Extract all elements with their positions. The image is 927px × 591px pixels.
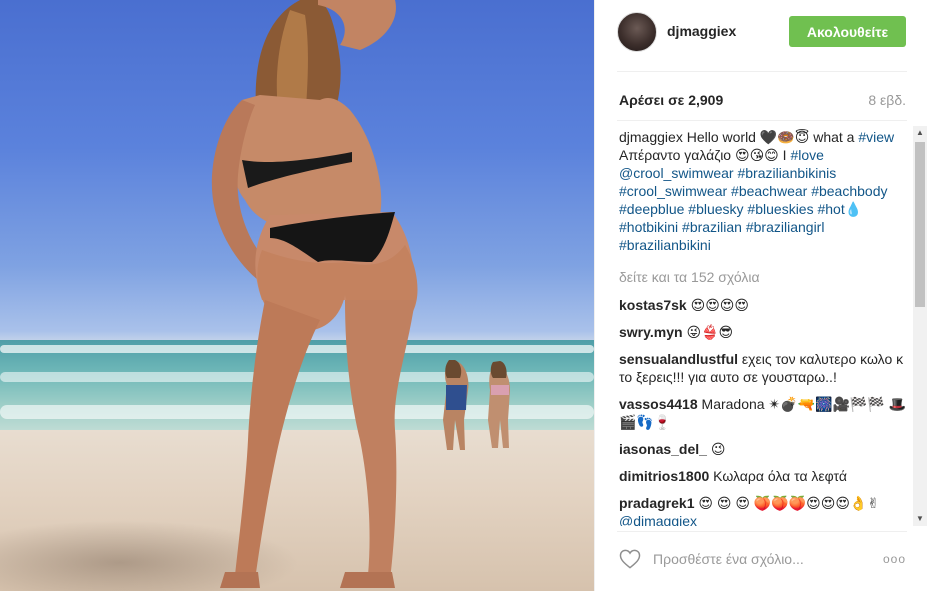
comment-author[interactable]: kostas7sk — [619, 297, 687, 313]
comment: swry.myn 😜👙😎 — [619, 323, 911, 341]
caption-text: Hello world 🖤🍩😇 what a — [686, 129, 855, 145]
comment-author[interactable]: iasonas_del_ — [619, 441, 707, 457]
username-link[interactable]: djmaggiex — [667, 23, 736, 39]
follow-button[interactable]: Ακολουθείτε — [789, 16, 906, 47]
comment-author[interactable]: pradagrek1 — [619, 495, 694, 511]
comment: sensualandlustful εχεις τον καλυτερο κωλ… — [619, 350, 911, 386]
more-options-icon[interactable]: ooo — [883, 552, 906, 566]
hashtag-links[interactable]: @crool_swimwear #brazilianbikinis #crool… — [619, 165, 888, 253]
beach-figures — [211, 0, 510, 588]
chevron-up-icon[interactable]: ▲ — [913, 126, 927, 140]
post-side-panel: djmaggiex Ακολουθείτε Αρέσει σε 2,909 8 … — [594, 0, 927, 591]
comments-list[interactable]: djmaggiex Hello world 🖤🍩😇 what a #view Α… — [619, 128, 911, 526]
divider — [617, 120, 907, 121]
caption: djmaggiex Hello world 🖤🍩😇 what a #view Α… — [619, 128, 911, 254]
comment-author[interactable]: dimitrios1800 — [619, 468, 709, 484]
comment: vassos4418 Maradona ✴💣🔫🎆🎥🏁🏁 🎩🎬👣🍷 — [619, 395, 911, 431]
comment-text: 😜👙😎 — [686, 324, 734, 340]
mention-link[interactable]: @djmaggiex — [619, 513, 697, 526]
comment-text: 😍😍😍😍 — [690, 297, 749, 313]
comment-author[interactable]: swry.myn — [619, 324, 683, 340]
divider — [617, 71, 907, 72]
chevron-down-icon[interactable]: ▼ — [913, 512, 927, 526]
comments-scrollbar[interactable]: ▲ ▼ — [913, 126, 927, 526]
comment: dimitrios1800 Κωλαρα όλα τα λεφτά — [619, 467, 911, 485]
caption-author[interactable]: djmaggiex — [619, 129, 683, 145]
likes-count[interactable]: Αρέσει σε 2,909 — [619, 92, 723, 108]
comment-text: 😍 😍 😍 🍑🍑🍑😍😍😍👌✌ — [698, 495, 880, 511]
avatar[interactable] — [617, 12, 657, 52]
scrollbar-thumb[interactable] — [915, 142, 925, 307]
post-photo[interactable] — [0, 0, 594, 591]
comment: kostas7sk 😍😍😍😍 — [619, 296, 911, 314]
add-comment-input[interactable]: Προσθέστε ένα σχόλιο... — [653, 551, 804, 567]
hashtag-link[interactable]: #view — [858, 129, 894, 145]
comment: iasonas_del_ 😉 — [619, 440, 911, 458]
comment-text: 😉 — [710, 441, 726, 457]
post-age[interactable]: 8 εβδ. — [868, 92, 906, 108]
comment-text: Κωλαρα όλα τα λεφτά — [713, 468, 847, 484]
comment: pradagrek1 😍 😍 😍 🍑🍑🍑😍😍😍👌✌ @djmaggiex — [619, 494, 911, 526]
hashtag-link[interactable]: #love — [790, 147, 823, 163]
heart-icon[interactable] — [619, 549, 641, 569]
comment-author[interactable]: sensualandlustful — [619, 351, 738, 367]
post-header: djmaggiex Ακολουθείτε — [617, 12, 907, 52]
comment-author[interactable]: vassos4418 — [619, 396, 698, 412]
divider — [617, 531, 907, 532]
caption-text: Απέραντο γαλάζιο 😍😘😊 I — [619, 147, 787, 163]
view-all-comments-link[interactable]: δείτε και τα 152 σχόλια — [619, 268, 911, 286]
